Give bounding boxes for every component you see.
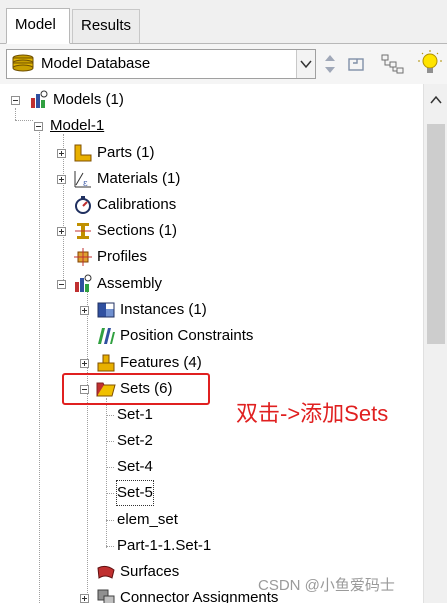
tree-item-label: Sections (1) [97, 222, 178, 239]
annotation-highlight-box [62, 373, 210, 405]
tree-connector [15, 108, 16, 120]
chevron-down-icon[interactable] [296, 50, 315, 78]
annotation-text: 双击->添加Sets [236, 401, 389, 426]
scrollbar-thumb[interactable] [427, 124, 445, 344]
tab-model[interactable]: Model [6, 8, 70, 44]
tree-item-label: Position Constraints [120, 327, 254, 344]
up-down-arrows-icon[interactable] [322, 52, 338, 80]
tree-item-label: Set-4 [117, 458, 153, 475]
tree-item-label: Features (4) [120, 354, 202, 371]
tree-connector [106, 520, 114, 521]
calibrations-icon [73, 195, 93, 215]
tree-connector [106, 441, 114, 442]
tree-item-label: Materials (1) [97, 170, 181, 187]
tree-connector [106, 493, 114, 494]
tree-item-label: Set-1 [117, 406, 153, 423]
tree-item-label: Connector Assignments [120, 589, 279, 603]
tree-connector [106, 546, 114, 547]
materials-icon: ε [73, 169, 93, 189]
lightbulb-icon[interactable] [417, 49, 443, 81]
parts-icon [73, 143, 93, 163]
expand-toggle[interactable] [80, 359, 89, 368]
database-combo[interactable]: Model Database [6, 49, 316, 79]
tree-item-label: elem_set [117, 511, 178, 528]
tree-filter-icon[interactable] [380, 53, 406, 79]
tab-results[interactable]: Results [72, 9, 140, 43]
expand-toggle[interactable] [57, 175, 66, 184]
tree-item-label: Instances (1) [120, 301, 207, 318]
collapse-toggle[interactable] [57, 280, 66, 289]
connector-assignments-icon [96, 588, 116, 603]
tree-connector [106, 415, 114, 416]
vertical-scrollbar[interactable] [423, 84, 447, 603]
tree-connector [106, 467, 114, 468]
assembly-icon [73, 274, 93, 294]
tree-item-label: Surfaces [120, 563, 180, 580]
tree-item-label: Assembly [97, 275, 163, 292]
tab-bar: Model Results [0, 0, 447, 44]
tree-connector [87, 290, 88, 603]
surfaces-icon [96, 562, 116, 582]
tree-item-label: Set-2 [117, 432, 153, 449]
tree-item-label: Part-1-1.Set-1 [117, 537, 212, 554]
toolbar: Model Database [0, 44, 447, 84]
models-icon [29, 90, 49, 110]
collapse-toggle[interactable] [34, 122, 43, 131]
instances-icon [96, 300, 116, 320]
tree-item-label: Parts (1) [97, 144, 155, 161]
svg-text:ε: ε [83, 179, 88, 189]
position-constraints-icon [96, 326, 116, 346]
database-icon [11, 54, 35, 78]
features-icon [96, 353, 116, 373]
combo-value: Model Database [41, 55, 151, 72]
model-tree[interactable]: Models (1) Model-1 Parts (1) ε Materials… [0, 84, 423, 603]
copy-icon[interactable] [346, 54, 368, 78]
expand-toggle[interactable] [80, 306, 89, 315]
tree-item-label: Calibrations [97, 196, 177, 213]
sections-icon [73, 221, 93, 241]
tree-connector [106, 398, 107, 548]
expand-toggle[interactable] [57, 149, 66, 158]
profiles-icon [73, 247, 93, 267]
collapse-toggle[interactable] [11, 96, 20, 105]
tree-connector [15, 120, 33, 121]
tree-item-label: Set-5 [116, 480, 154, 506]
expand-toggle[interactable] [80, 594, 89, 603]
expand-toggle[interactable] [57, 227, 66, 236]
tree-item-label: Model-1 [50, 117, 105, 134]
tree-item-label: Profiles [97, 248, 148, 265]
scroll-up-icon[interactable] [430, 92, 442, 109]
tree-item-label: Models (1) [53, 91, 124, 108]
tree-connector [39, 132, 40, 603]
watermark: CSDN @小鱼爱码士 [258, 577, 395, 594]
